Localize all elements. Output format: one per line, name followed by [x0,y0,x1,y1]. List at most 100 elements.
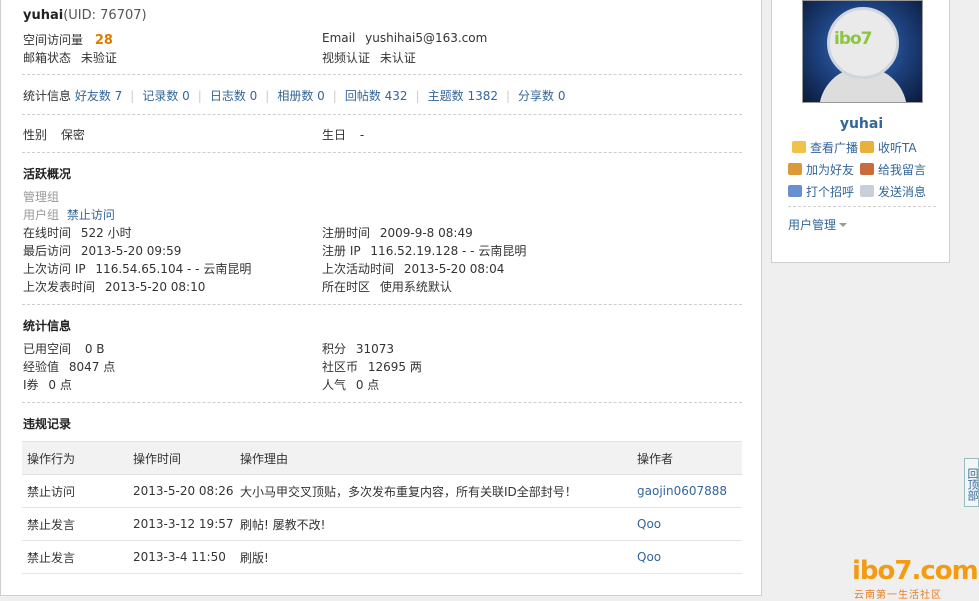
register-ip-label: 注册 IP [322,244,361,258]
divider [22,74,742,75]
action-cell: 禁止发言 [22,507,128,541]
last-active: 上次活动时间 2013-5-20 08:04 [322,260,504,277]
reason-cell: 刷版! [235,540,632,574]
user-manage-label: 用户管理 [788,218,837,232]
separator: | [130,89,135,103]
online-time-label: 在线时间 [23,226,72,240]
points-value: 31073 [355,342,395,356]
watermark-logo: ibo7.com [852,556,979,586]
last-ip: 上次访问 IP 116.54.65.104 - - 云南昆明 [23,260,251,277]
send-message-link[interactable]: 发送消息 [860,183,926,200]
back-to-top-button[interactable]: 回顶部 [964,458,979,507]
iquan-label: I券 [23,378,39,392]
points: 积分 31073 [322,340,394,357]
gender-value: 保密 [60,128,85,142]
stat-link-threads[interactable]: 主题数 1382 [428,89,498,103]
timezone-label: 所在时区 [322,280,371,294]
register-ip: 注册 IP 116.52.19.128 - - 云南昆明 [322,242,526,259]
last-active-value: 2013-5-20 08:04 [403,262,505,276]
violations-table: 操作行为 操作时间 操作理由 操作者 禁止访问 2013-5-20 08:26 … [22,441,742,574]
stat-link-records[interactable]: 记录数 0 [142,89,189,103]
experience-value: 8047 点 [68,360,116,374]
experience: 经验值 8047 点 [23,358,115,375]
used-space: 已用空间 0 B [23,340,105,357]
action-cell: 禁止发言 [22,540,128,574]
timezone-value: 使用系统默认 [379,280,452,294]
mail-icon [860,185,874,197]
last-post: 上次发表时间 2013-5-20 08:10 [23,278,205,295]
register-time-label: 注册时间 [322,226,371,240]
space-visits-label: 空间访问量 [23,33,84,47]
register-time: 注册时间 2009-9-8 08:49 [322,224,473,241]
popularity-value: 0 点 [355,378,380,392]
greet-label: 打个招呼 [806,185,855,199]
leave-message-link[interactable]: 给我留言 [860,161,926,178]
operator-link[interactable]: gaojin0607888 [632,474,742,508]
message-pen-icon [860,163,874,175]
avatar[interactable]: ibo7 [802,0,923,103]
separator: | [505,89,511,103]
space-visits: 空间访问量 28 [23,31,113,48]
column-header: 操作理由 [235,441,632,475]
birthday: 生日 - [322,126,364,143]
divider [22,304,742,305]
stat-link-replies[interactable]: 回帖数 432 [345,89,408,103]
birthday-label: 生日 [322,128,347,142]
avatar-logo: ibo7 [834,29,873,49]
divider [22,402,742,403]
stats-line-label: 统计信息 [23,89,72,103]
stat-link-albums[interactable]: 相册数 0 [277,89,324,103]
statistics-title: 统计信息 [23,319,72,333]
last-visit-label: 最后访问 [23,244,72,258]
separator: | [197,89,202,103]
user-group-label: 用户组 [23,208,60,222]
greet-link[interactable]: 打个招呼 [788,183,854,200]
used-space-label: 已用空间 [23,342,72,356]
divider [22,152,742,153]
gender: 性别 保密 [23,126,85,143]
view-broadcast-link[interactable]: 查看广播 [792,139,858,156]
operator-link[interactable]: Qoo [632,540,742,574]
separator: | [415,89,420,103]
stat-link-blogs[interactable]: 日志数 0 [210,89,257,103]
admin-group-label: 管理组 [23,190,60,204]
stat-link-friends[interactable]: 好友数 7 [75,89,122,103]
leave-message-label: 给我留言 [878,163,927,177]
email-status: 邮箱状态 未验证 [23,49,117,66]
video-auth-value: 未认证 [379,51,416,65]
profile-header: yuhai(UID: 76707) [23,8,147,23]
last-visit-value: 2013-5-20 09:59 [80,244,182,258]
email-value: yushihai5@163.com [365,31,488,45]
profile-username: yuhai [23,8,64,23]
add-friend-link[interactable]: 加为好友 [788,161,854,178]
table-row: 禁止访问 2013-5-20 08:26 大小马甲交叉顶贴，多次发布重复内容，所… [22,474,742,508]
operator-link[interactable]: Qoo [632,507,742,541]
register-time-value: 2009-9-8 08:49 [379,226,473,240]
time-cell: 2013-3-12 19:57 [128,507,235,541]
iquan: I券 0 点 [23,376,72,393]
iquan-value: 0 点 [48,378,72,392]
user-manage-menu[interactable]: 用户管理 [788,216,848,233]
violations-title: 违规记录 [23,417,72,431]
action-cell: 禁止访问 [22,474,128,508]
time-cell: 2013-3-4 11:50 [128,540,235,574]
activity-title: 活跃概况 [23,167,72,181]
email-label: Email [322,31,356,45]
video-auth: 视频认证 未认证 [322,49,416,66]
user-group-link[interactable]: 禁止访问 [67,208,115,222]
coins-label: 社区币 [322,360,359,374]
table-header-row: 操作行为 操作时间 操作理由 操作者 [22,441,742,475]
email-info: Email yushihai5@163.com [322,31,487,45]
stat-link-shares[interactable]: 分享数 0 [518,89,565,103]
gender-label: 性别 [23,128,48,142]
last-post-label: 上次发表时间 [23,280,96,294]
register-ip-value: 116.52.19.128 - - 云南昆明 [370,244,527,258]
online-time-value: 522 小时 [80,226,132,240]
follow-link[interactable]: 收听TA [860,139,917,156]
last-post-value: 2013-5-20 08:10 [104,280,206,294]
column-header: 操作者 [632,441,742,475]
video-auth-label: 视频认证 [322,51,371,65]
greet-icon [788,185,802,197]
send-message-label: 发送消息 [878,185,927,199]
sidebar-username[interactable]: yuhai [772,116,951,132]
